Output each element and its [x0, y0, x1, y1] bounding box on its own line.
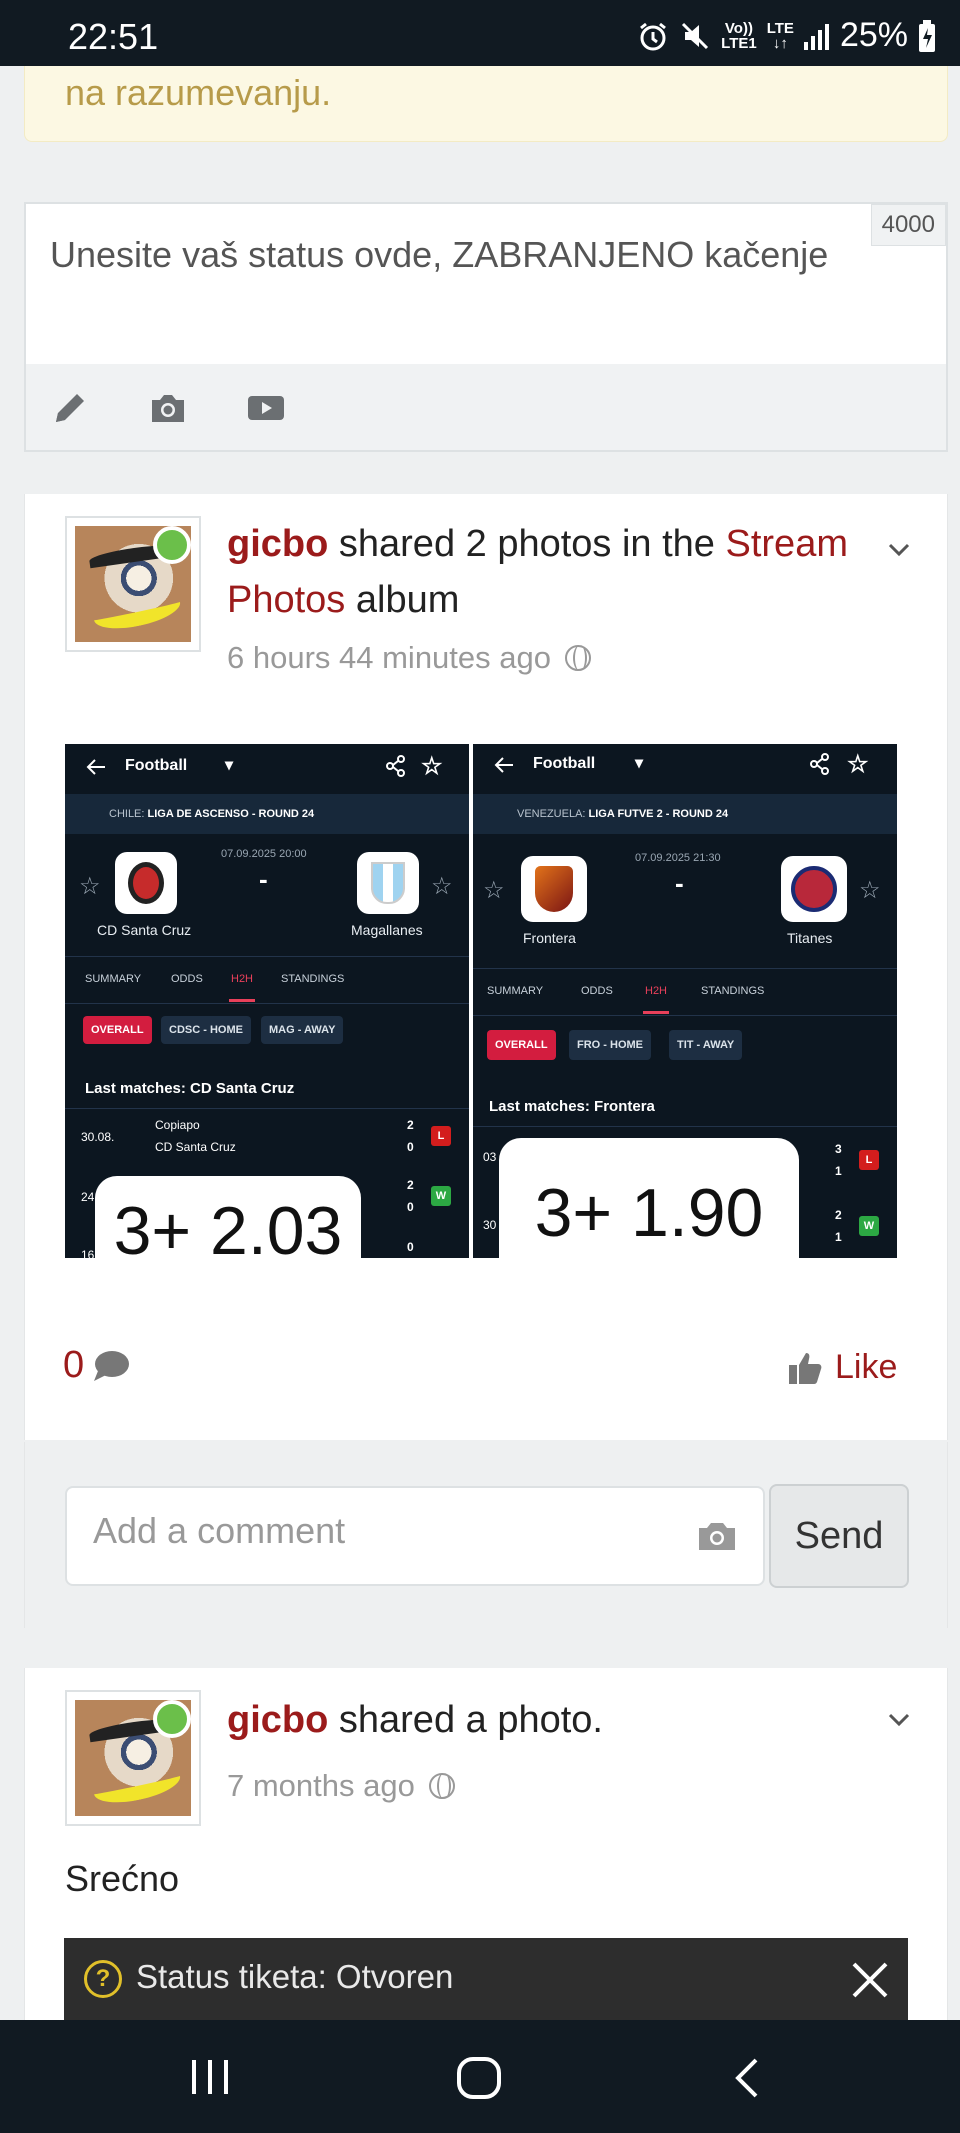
help-icon: ? [84, 1960, 122, 1998]
notice-banner: na razumevanju. [24, 66, 948, 142]
network-type: LTE ↓↑ [766, 19, 794, 52]
post-headline: gicbo shared 2 photos in the Stream Phot… [227, 523, 848, 621]
video-icon[interactable] [246, 388, 286, 428]
post-text: Srećno [65, 1858, 180, 1899]
comment-bubble-icon [94, 1350, 130, 1381]
odds-badge: 3+ 1.90 [499, 1138, 799, 1258]
signal-icon [803, 23, 829, 50]
comment-count[interactable]: 0 [63, 1344, 130, 1387]
battery-percent: 25% [839, 16, 908, 54]
back-icon[interactable] [732, 2056, 762, 2100]
clock: 22:51 [68, 16, 159, 57]
globe-icon [565, 645, 591, 671]
chevron-down-icon[interactable] [887, 1708, 911, 1732]
camera-icon[interactable] [148, 388, 188, 428]
ticket-status-text: Status tiketa: Otvoren [136, 1958, 454, 1995]
comment-input[interactable]: Add a comment [65, 1486, 765, 1586]
status-composer: 4000 Unesite vaš status ovde, ZABRANJENO… [24, 202, 948, 452]
chevron-down-icon[interactable] [887, 538, 911, 562]
comment-form: Add a comment Send [24, 1442, 948, 1628]
back-arrow-icon [86, 759, 105, 775]
post-timestamp: 7 months ago [227, 1768, 455, 1804]
globe-icon [428, 1773, 455, 1799]
system-status-bar: 22:51 Vo)) LTE1 LTE ↓↑ 25% [0, 0, 960, 66]
odds-badge: 3+ 2.03 [95, 1176, 361, 1258]
post-card: gicbo shared 2 photos in the Stream Phot… [24, 494, 948, 1440]
avatar[interactable] [65, 1690, 201, 1826]
ticket-status-bar: ? Status tiketa: Otvoren [64, 1938, 908, 2022]
post-photo-1[interactable]: Football ▾ ☆ CHILE: LIGA DE ASCENSO - RO… [65, 744, 469, 1258]
username-link[interactable]: gicbo [227, 1699, 328, 1741]
alarm-icon [640, 22, 667, 50]
like-button[interactable]: Like [787, 1348, 897, 1387]
send-button[interactable]: Send [769, 1484, 909, 1588]
post-headline: gicbo shared a photo. [227, 1699, 603, 1741]
username-link[interactable]: gicbo [227, 523, 328, 565]
notice-text: na razumevanju. [65, 72, 332, 113]
online-indicator [153, 526, 191, 564]
thumbs-up-icon [789, 1352, 822, 1384]
back-arrow-icon [494, 757, 513, 773]
composer-toolbar [26, 364, 946, 450]
online-indicator [153, 1700, 191, 1738]
volte-indicator: Vo)) LTE1 [721, 19, 757, 52]
system-navigation-bar [0, 2020, 960, 2133]
home-icon[interactable] [456, 2056, 502, 2100]
avatar[interactable] [65, 516, 201, 652]
post-photo-2[interactable]: Football ▾ ☆ VENEZUELA: LIGA FUTVE 2 - R… [473, 744, 897, 1258]
recent-apps-icon[interactable] [188, 2056, 232, 2096]
pencil-icon[interactable] [50, 388, 90, 428]
share-icon [810, 753, 829, 775]
share-icon [386, 755, 405, 777]
battery-charging-icon [919, 19, 935, 52]
character-counter: 4000 [870, 204, 946, 246]
camera-icon[interactable] [697, 1520, 737, 1552]
mute-icon [682, 22, 709, 49]
status-input[interactable]: Unesite vaš status ovde, ZABRANJENO kače… [50, 234, 828, 276]
post-timestamp: 6 hours 44 minutes ago [227, 640, 591, 676]
close-icon[interactable] [848, 1958, 892, 2002]
